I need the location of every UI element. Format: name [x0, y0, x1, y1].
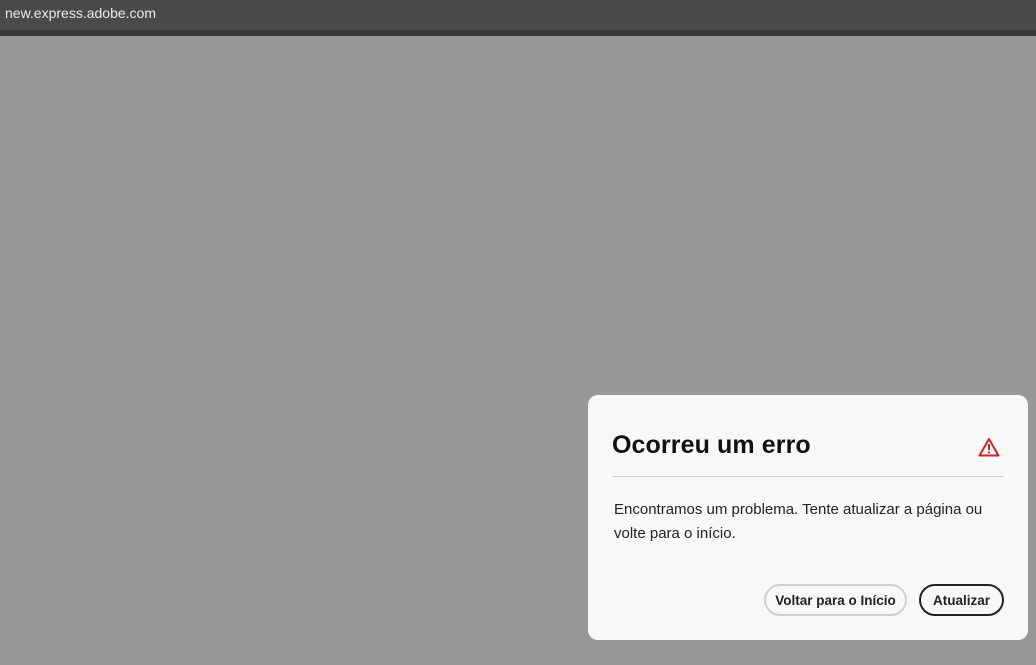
- dialog-title: Ocorreu um erro: [612, 431, 811, 459]
- back-to-home-button[interactable]: Voltar para o Início: [764, 584, 907, 616]
- dialog-message: Encontramos um problema. Tente atualizar…: [614, 501, 983, 542]
- dialog-header: Ocorreu um erro: [612, 429, 1004, 477]
- refresh-button[interactable]: Atualizar: [919, 584, 1004, 616]
- error-dialog: Ocorreu um erro Encontramos um problema.…: [588, 395, 1028, 640]
- browser-address-bar: new.express.adobe.com: [0, 0, 1036, 36]
- alert-triangle-icon: [978, 437, 1000, 457]
- url-text[interactable]: new.express.adobe.com: [5, 4, 156, 22]
